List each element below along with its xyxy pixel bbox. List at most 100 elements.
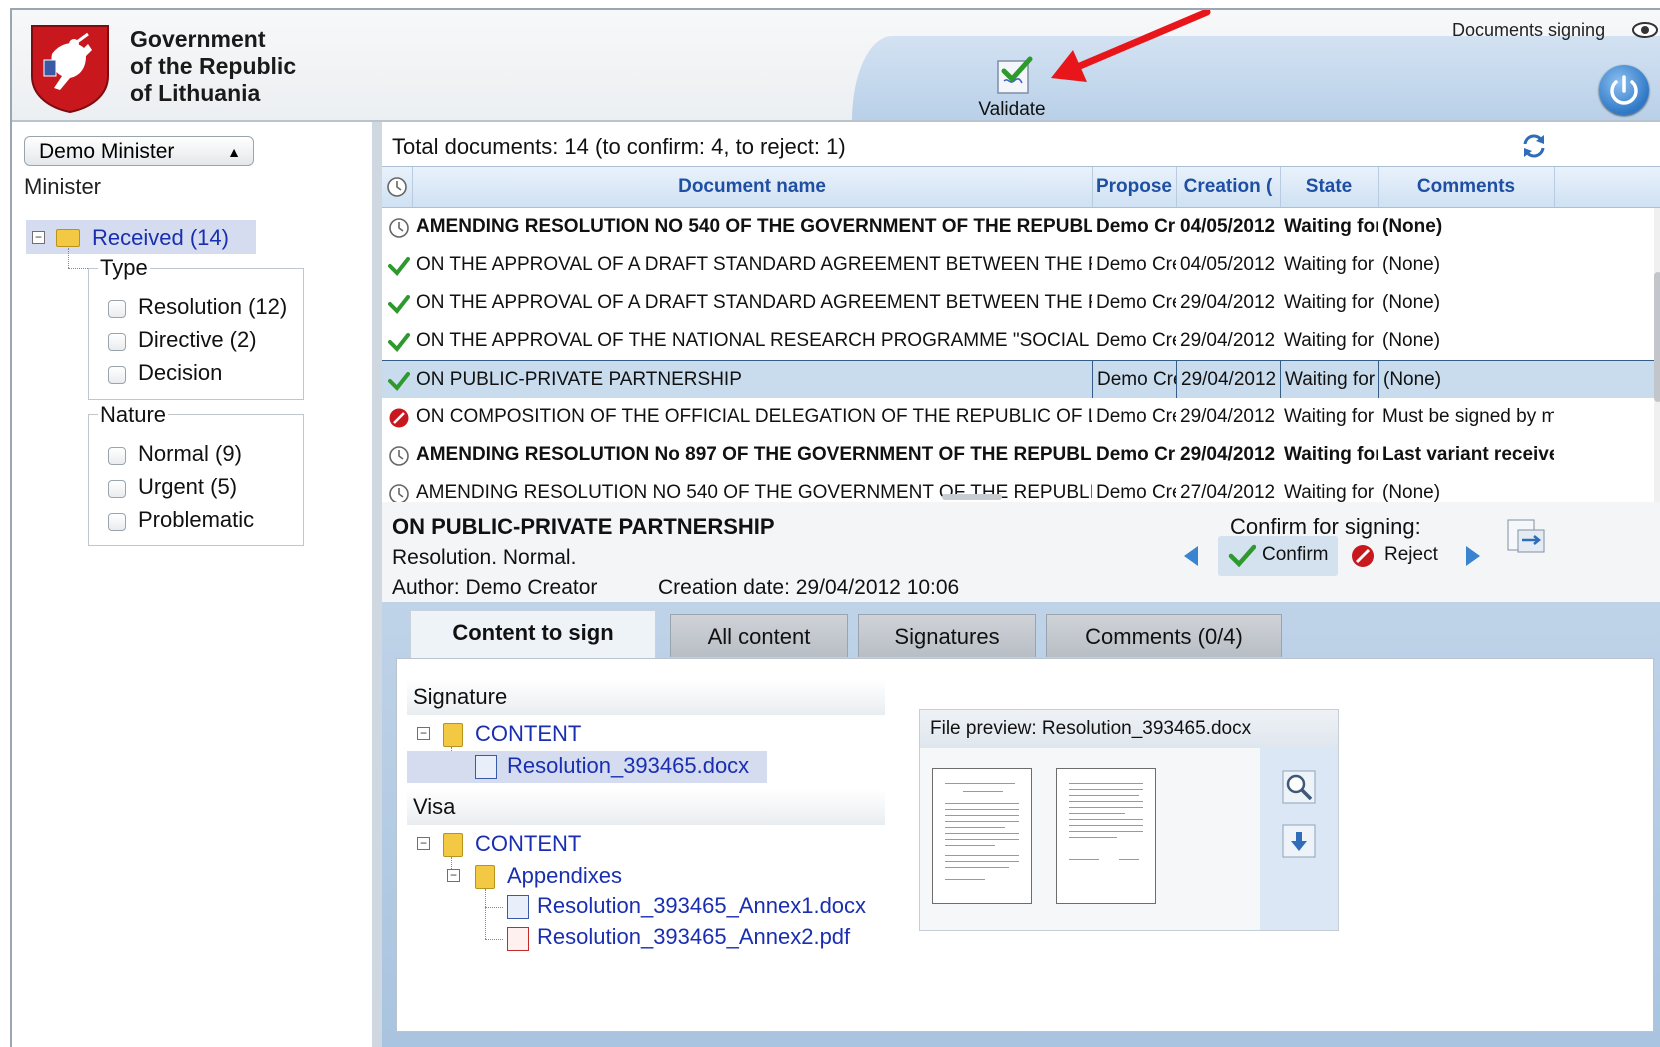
tree-node-visa-content[interactable]: CONTENT <box>475 831 581 857</box>
file-preview-panel: File preview: Resolution_393465.docx <box>919 709 1339 931</box>
list-scrollbar-thumb[interactable] <box>1654 272 1660 402</box>
checkbox-normal[interactable] <box>108 447 126 465</box>
table-row[interactable]: AMENDING RESOLUTION NO 540 OF THE GOVERN… <box>382 208 1660 247</box>
cell-date: 27/04/2012 <box>1180 482 1276 502</box>
folder-icon <box>443 723 463 747</box>
module-title: Documents signing <box>1452 20 1606 40</box>
cell-state: Waiting for <box>1284 444 1378 465</box>
word-document-icon <box>475 755 497 779</box>
confirmed-check-icon <box>388 370 410 392</box>
tree-node-content[interactable]: CONTENT <box>475 721 581 747</box>
cell-proposer: Demo Creator <box>1096 444 1176 465</box>
gov-line-2: of the Republic <box>130 53 297 79</box>
file-signature-docx[interactable]: Resolution_393465.docx <box>507 753 749 779</box>
confirmed-check-icon <box>388 293 410 315</box>
tree-connector <box>485 907 503 908</box>
table-row[interactable]: AMENDING RESOLUTION No 897 OF THE GOVERN… <box>382 436 1660 475</box>
cell-name: AMENDING RESOLUTION No 897 OF THE GOVERN… <box>416 444 1092 465</box>
coat-of-arms-logo <box>31 25 109 114</box>
collapse-icon[interactable]: − <box>417 727 430 740</box>
checkbox-problematic[interactable] <box>108 513 126 531</box>
folder-icon <box>56 229 80 247</box>
column-proposer[interactable]: Propose <box>1092 167 1177 207</box>
collapse-icon[interactable]: − <box>32 231 45 244</box>
cell-date: 29/04/2012 <box>1180 406 1276 427</box>
cell-comments: (None) <box>1382 254 1441 275</box>
folder-icon <box>475 865 495 889</box>
pending-clock-icon <box>388 217 410 239</box>
cell-date: 04/05/2012 <box>1180 216 1276 237</box>
reject-button[interactable]: Reject <box>1348 536 1448 576</box>
cell-proposer: Demo Creator <box>1096 254 1176 275</box>
table-row[interactable]: AMENDING RESOLUTION NO 540 OF THE GOVERN… <box>382 474 1660 502</box>
pending-clock-icon <box>388 445 410 467</box>
reject-icon <box>1352 545 1374 567</box>
select-arrows-icon: ▲ <box>227 144 241 160</box>
logout-power-button[interactable] <box>1599 65 1649 115</box>
cell-state: Waiting for <box>1280 361 1378 399</box>
collapse-icon[interactable]: − <box>447 869 460 882</box>
detail-creation-date: Creation date: 29/04/2012 10:06 <box>658 576 960 599</box>
cell-date: 29/04/2012 <box>1180 330 1276 351</box>
cell-state: Waiting for <box>1284 292 1375 313</box>
export-icon[interactable] <box>1506 516 1546 556</box>
file-annex2-pdf[interactable]: Resolution_393465_Annex2.pdf <box>537 924 850 950</box>
splitter-handle[interactable] <box>942 494 1002 500</box>
table-row[interactable]: ON THE APPROVAL OF A DRAFT STANDARD AGRE… <box>382 246 1660 285</box>
cell-comments: (None) <box>1378 361 1554 399</box>
tab-signatures[interactable]: Signatures <box>858 614 1036 657</box>
table-row[interactable]: ON COMPOSITION OF THE OFFICIAL DELEGATIO… <box>382 398 1660 437</box>
next-document-icon[interactable] <box>1466 546 1480 566</box>
page-thumbnail-1[interactable] <box>932 768 1032 904</box>
column-creation-date[interactable]: Creation ( <box>1176 167 1281 207</box>
eye-icon[interactable] <box>1632 20 1658 40</box>
checkbox-decision[interactable] <box>108 366 126 384</box>
cell-state: Waiting for <box>1284 330 1375 351</box>
role-label: Minister <box>24 174 102 199</box>
tab-comments[interactable]: Comments (0/4) <box>1046 614 1282 657</box>
confirmed-check-icon <box>388 331 410 353</box>
download-icon[interactable] <box>1282 824 1316 858</box>
cell-proposer: Demo Creator <box>1096 216 1176 237</box>
cell-date: 29/04/2012 <box>1180 292 1276 313</box>
status-column-header[interactable] <box>382 167 413 207</box>
rejected-icon <box>388 407 410 429</box>
cell-comments: (None) <box>1382 330 1441 351</box>
tree-connector <box>68 248 69 268</box>
previous-document-icon[interactable] <box>1184 546 1198 566</box>
cell-proposer: Demo Creator <box>1096 406 1176 427</box>
table-row[interactable]: ON PUBLIC-PRIVATE PARTNERSHIP Demo Creato… <box>382 360 1660 400</box>
column-document-name[interactable]: Document name <box>412 167 1093 207</box>
confirm-button[interactable]: Confirm <box>1218 536 1338 576</box>
red-arrow-annotation <box>1051 10 1211 82</box>
table-row[interactable]: ON THE APPROVAL OF THE NATIONAL RESEARCH… <box>382 322 1660 361</box>
cell-proposer: Demo Creator <box>1096 330 1176 351</box>
checkbox-resolution[interactable] <box>108 300 126 318</box>
content-tabs-panel: Content to sign All content Signatures C… <box>382 602 1660 1047</box>
tab-content-to-sign[interactable]: Content to sign <box>410 610 656 659</box>
pending-clock-icon <box>388 483 410 502</box>
document-details: ON PUBLIC-PRIVATE PARTNERSHIP Resolution… <box>382 502 1660 1047</box>
folder-icon <box>443 833 463 857</box>
collapse-icon[interactable]: − <box>417 837 430 850</box>
cell-proposer: Demo Creator <box>1096 292 1176 313</box>
nature-legend: Nature <box>98 402 169 428</box>
government-title: Government of the Republic of Lithuania <box>130 26 296 107</box>
column-state[interactable]: State <box>1280 167 1379 207</box>
tree-node-appendixes[interactable]: Appendixes <box>507 863 622 889</box>
tab-content-area: Signature − CONTENT Resolution_393465.do… <box>396 658 1654 1032</box>
file-annex1-docx[interactable]: Resolution_393465_Annex1.docx <box>537 893 866 919</box>
table-row[interactable]: ON THE APPROVAL OF A DRAFT STANDARD AGRE… <box>382 284 1660 323</box>
checkbox-urgent[interactable] <box>108 480 126 498</box>
checkbox-directive[interactable] <box>108 333 126 351</box>
type-legend: Type <box>98 255 150 281</box>
user-select[interactable]: Demo Minister ▲ <box>24 136 254 166</box>
cell-name: ON COMPOSITION OF THE OFFICIAL DELEGATIO… <box>416 406 1092 427</box>
column-comments[interactable]: Comments <box>1378 167 1555 207</box>
refresh-icon[interactable] <box>1520 132 1548 160</box>
label-resolution: Resolution (12) <box>138 294 288 319</box>
tab-all-content[interactable]: All content <box>670 614 848 657</box>
page-thumbnail-2[interactable] <box>1056 768 1156 904</box>
zoom-icon[interactable] <box>1282 770 1316 804</box>
grid-header: Document name Propose Creation ( State C… <box>382 166 1660 208</box>
